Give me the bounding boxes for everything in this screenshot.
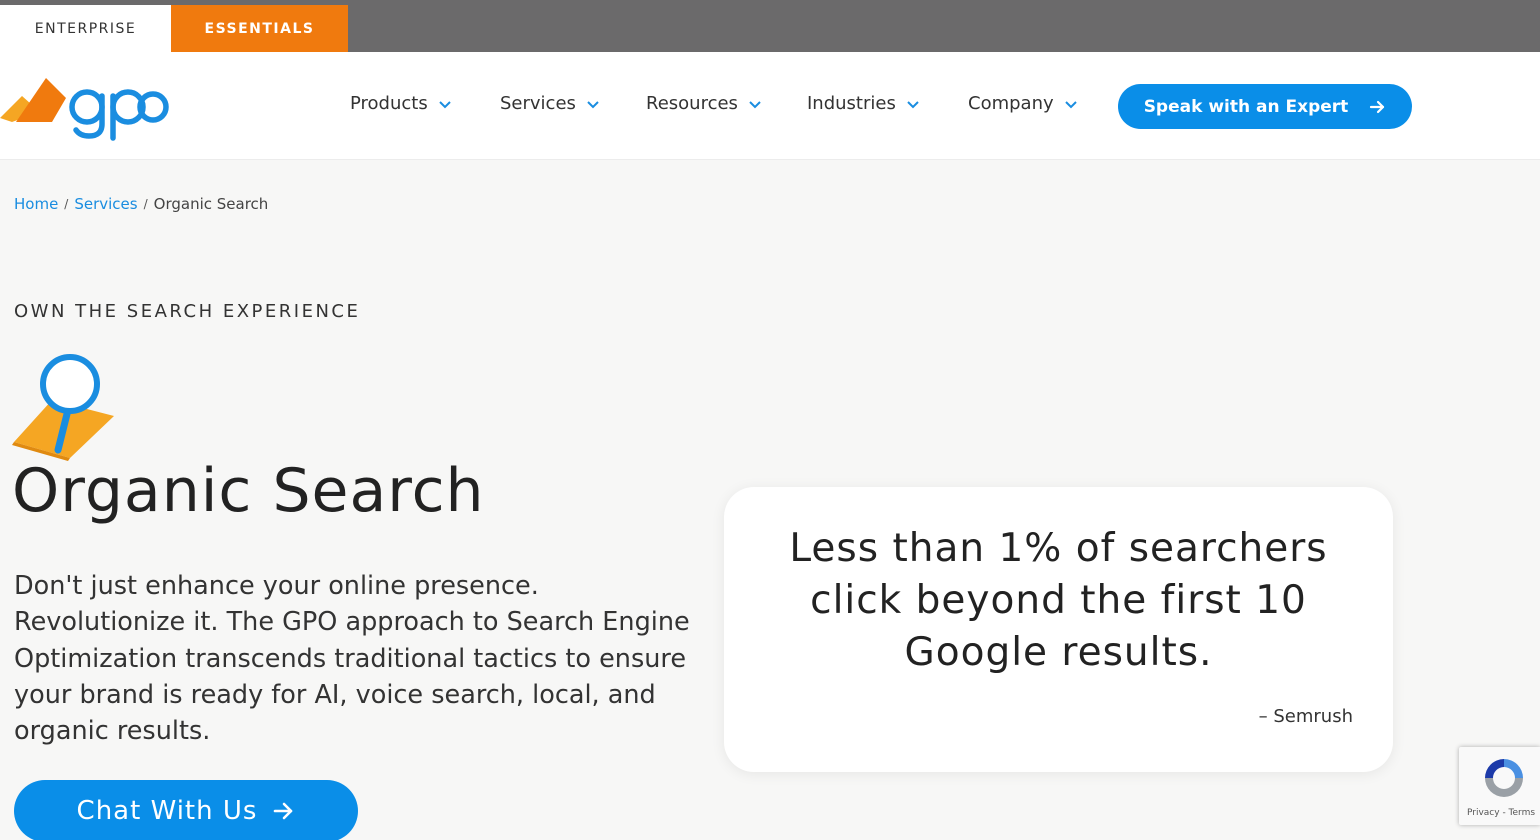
- nav-industries[interactable]: Industries: [807, 93, 920, 114]
- nav-products-label: Products: [350, 93, 428, 114]
- nav-services-label: Services: [500, 93, 576, 114]
- breadcrumb: Home / Services / Organic Search: [14, 195, 268, 213]
- breadcrumb-separator: /: [64, 197, 69, 211]
- breadcrumb-separator: /: [143, 197, 148, 211]
- arrow-right-icon: [274, 802, 293, 820]
- breadcrumb-home[interactable]: Home: [14, 195, 58, 213]
- chat-with-us-label: Chat With Us: [76, 796, 258, 826]
- speak-with-expert-button[interactable]: Speak with an Expert: [1118, 84, 1412, 129]
- chevron-down-icon: [1064, 100, 1077, 108]
- hero-eyebrow: OWN THE SEARCH EXPERIENCE: [14, 301, 361, 322]
- nav-services[interactable]: Services: [500, 93, 600, 114]
- nav-company[interactable]: Company: [968, 93, 1078, 114]
- recaptcha-icon: [1485, 759, 1523, 797]
- site-header: Products Services Resources Industries C…: [0, 52, 1540, 160]
- magnifier-search-icon: [12, 354, 114, 461]
- nav-company-label: Company: [968, 93, 1054, 114]
- tab-enterprise[interactable]: ENTERPRISE: [0, 5, 171, 52]
- hero-description: Don't just enhance your online presence.…: [14, 571, 690, 747]
- chevron-down-icon: [907, 100, 919, 108]
- nav-industries-label: Industries: [807, 93, 896, 114]
- quote-source: – Semrush: [1258, 706, 1353, 727]
- top-utility-bar: ENTERPRISE ESSENTIALS: [0, 0, 1540, 52]
- statistic-quote-card: Less than 1% of searchers click beyond t…: [724, 487, 1393, 772]
- nav-products[interactable]: Products: [350, 93, 452, 114]
- chevron-down-icon: [587, 100, 599, 108]
- chat-with-us-button[interactable]: Chat With Us: [14, 780, 358, 840]
- chevron-down-icon: [439, 100, 451, 108]
- recaptcha-links[interactable]: Privacy - Terms: [1467, 808, 1535, 818]
- speak-with-expert-label: Speak with an Expert: [1143, 96, 1349, 117]
- breadcrumb-current: Organic Search: [153, 195, 269, 213]
- nav-resources-label: Resources: [646, 93, 738, 114]
- gpo-logo[interactable]: [0, 74, 175, 144]
- recaptcha-badge[interactable]: Privacy - Terms: [1459, 747, 1540, 825]
- nav-resources[interactable]: Resources: [646, 93, 762, 114]
- quote-text: Less than 1% of searchers click beyond t…: [789, 526, 1328, 675]
- page-title: Organic Search: [12, 456, 485, 526]
- breadcrumb-services[interactable]: Services: [74, 195, 137, 213]
- chevron-down-icon: [749, 100, 761, 108]
- arrow-right-icon: [1370, 100, 1385, 113]
- tab-essentials[interactable]: ESSENTIALS: [171, 5, 348, 52]
